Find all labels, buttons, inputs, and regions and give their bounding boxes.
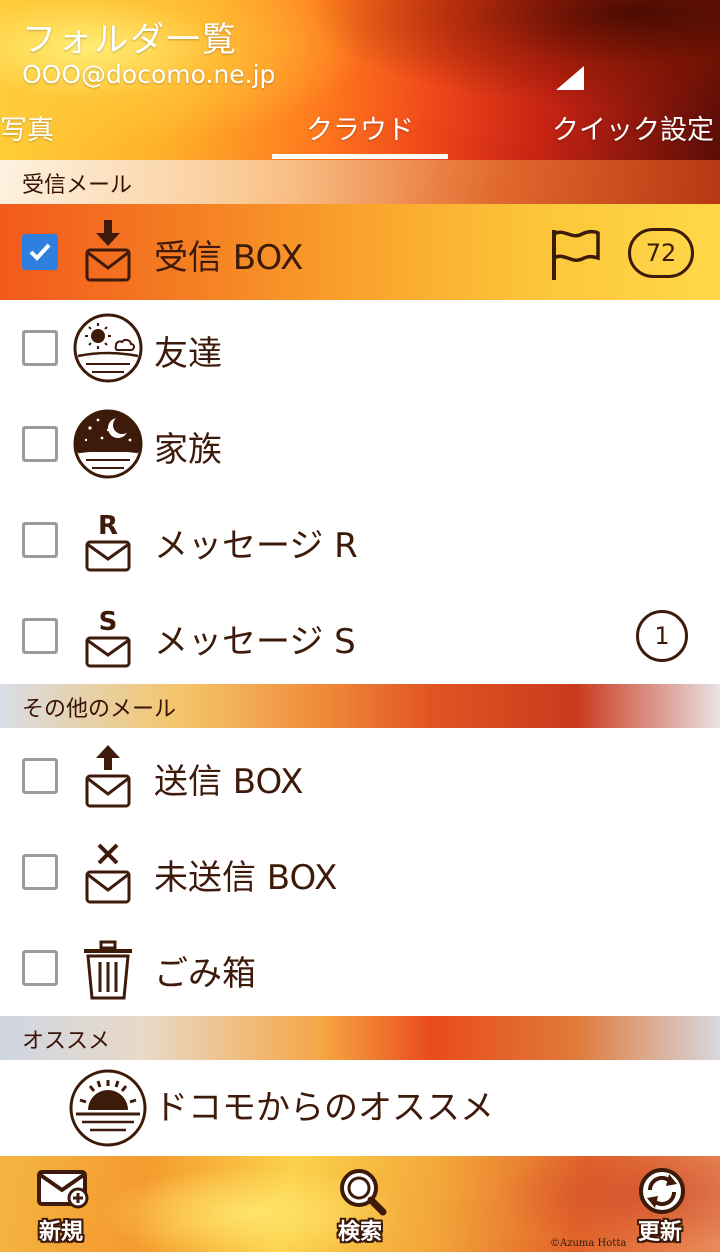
unread-count-badge: 72 <box>628 228 694 278</box>
tab-bar: 写真 クラウド クイック設定 <box>0 108 720 160</box>
search-label: 検索 <box>337 1220 382 1245</box>
folder-label: 友達 <box>154 334 222 374</box>
trash-icon <box>84 940 132 1000</box>
section-header-recommend: オススメ <box>0 1016 720 1060</box>
unread-count-badge: 1 <box>636 610 688 662</box>
checkbox[interactable] <box>22 950 58 986</box>
folder-row-sent[interactable]: 送信 BOX <box>0 728 720 824</box>
section-header-other: その他のメール <box>0 684 720 728</box>
folder-label: 家族 <box>154 430 222 470</box>
section-title: オススメ <box>22 1029 111 1054</box>
folder-row-trash[interactable]: ごみ箱 <box>0 920 720 1016</box>
flag-icon[interactable] <box>548 226 602 282</box>
search-button[interactable]: 検索 <box>310 1160 410 1248</box>
search-icon <box>340 1169 387 1216</box>
folder-label: 受信 BOX <box>154 238 304 278</box>
folder-row-friends[interactable]: 友達 <box>0 300 720 396</box>
refresh-icon <box>639 1168 685 1214</box>
tab-cloud[interactable]: クラウド <box>272 108 448 147</box>
app-header: フォルダ一覧 OOO@docomo.ne.jp 写真 クラウド クイック設定 <box>0 0 720 160</box>
checkbox[interactable] <box>22 330 58 366</box>
envelope-upload-icon <box>85 745 131 808</box>
envelope-r-icon: R <box>85 511 131 572</box>
section-title: その他のメール <box>22 697 177 722</box>
section-title: 受信メール <box>22 173 133 198</box>
folder-label: メッセージ R <box>154 526 358 566</box>
moon-night-icon <box>73 409 143 479</box>
section-header-inbox: 受信メール <box>0 160 720 204</box>
tab-selected-indicator <box>272 154 448 159</box>
folder-row-message-r[interactable]: R メッセージ R <box>0 492 720 588</box>
new-mail-icon <box>37 1170 89 1209</box>
account-dropdown-icon[interactable] <box>556 66 584 90</box>
checkbox[interactable] <box>22 618 58 654</box>
sunrise-icon <box>69 1069 147 1147</box>
folder-row-family[interactable]: 家族 <box>0 396 720 492</box>
folder-row-unsent[interactable]: 未送信 BOX <box>0 824 720 920</box>
svg-text:S: S <box>99 607 118 637</box>
checkbox[interactable] <box>22 522 58 558</box>
folder-row-docomo-recommend[interactable]: ドコモからのオススメ <box>0 1060 720 1156</box>
checkbox[interactable] <box>22 426 58 462</box>
refresh-button[interactable]: 更新 <box>610 1160 710 1248</box>
checkbox[interactable] <box>22 234 58 270</box>
new-mail-button[interactable]: 新規 <box>11 1160 111 1248</box>
folder-row-inbox[interactable]: 受信 BOX 72 <box>0 204 720 300</box>
sun-landscape-icon <box>73 313 143 383</box>
svg-text:R: R <box>98 511 118 541</box>
tab-photo[interactable]: 写真 <box>0 108 54 147</box>
new-mail-label: 新規 <box>38 1220 83 1245</box>
inbox-download-icon <box>85 220 131 282</box>
account-address[interactable]: OOO@docomo.ne.jp <box>22 60 275 89</box>
checkmark-icon <box>29 243 51 261</box>
checkbox[interactable] <box>22 854 58 890</box>
envelope-s-icon: S <box>85 607 131 668</box>
folder-label: 未送信 BOX <box>154 858 338 898</box>
tab-quick-settings[interactable]: クイック設定 <box>552 108 714 147</box>
page-title: フォルダ一覧 <box>22 20 238 60</box>
folder-label: メッセージ S <box>154 622 356 662</box>
folder-label: ごみ箱 <box>154 954 256 994</box>
copyright-text: ©Azuma Hotta <box>550 1238 627 1249</box>
envelope-x-icon <box>85 843 131 904</box>
folder-row-message-s[interactable]: S メッセージ S 1 <box>0 588 720 684</box>
folder-label: ドコモからのオススメ <box>154 1088 494 1128</box>
folder-label: 送信 BOX <box>154 762 304 802</box>
checkbox[interactable] <box>22 758 58 794</box>
